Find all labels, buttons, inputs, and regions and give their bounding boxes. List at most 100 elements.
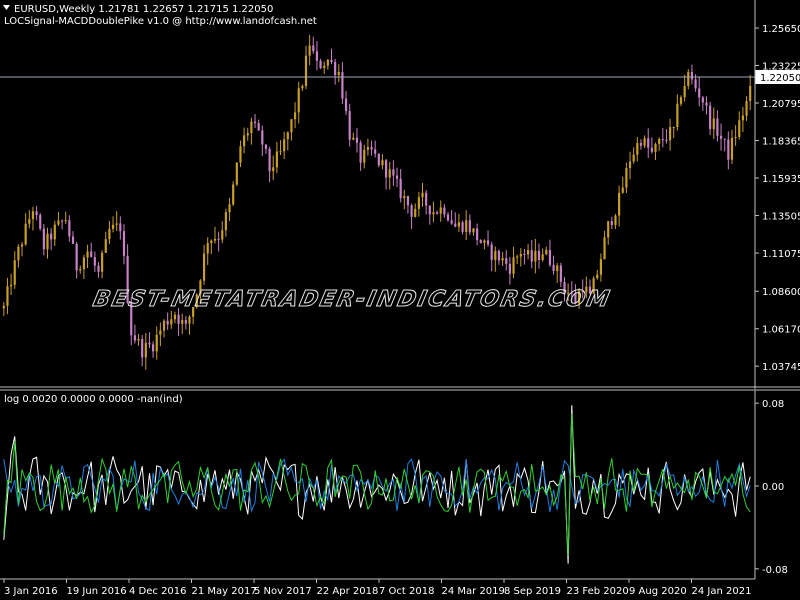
price-tick-label: 1.06170	[762, 325, 800, 336]
candle-body	[661, 139, 664, 141]
candle-body	[166, 320, 169, 325]
price-tick-label: 1.23225	[762, 61, 800, 72]
candle-body	[432, 212, 435, 215]
candle-body	[148, 342, 151, 345]
candle-body	[355, 137, 359, 143]
candle-body	[301, 85, 304, 89]
candle-body	[537, 250, 541, 260]
candle-body	[13, 260, 16, 285]
candle-body	[745, 100, 748, 116]
candle-body	[443, 207, 446, 215]
candle-body	[286, 132, 289, 140]
candle-body	[173, 314, 177, 320]
candle-body	[665, 139, 668, 141]
candle-body	[64, 220, 67, 222]
candle-body	[497, 250, 501, 261]
candle-body	[410, 205, 413, 217]
candle-body	[439, 207, 442, 214]
candle-body	[668, 127, 672, 141]
candle-body	[501, 258, 504, 261]
time-tick-label: 22 Apr 2018	[317, 586, 379, 597]
candle-body	[334, 61, 337, 76]
time-tick-label: 21 May 2017	[192, 586, 257, 597]
candle-body	[323, 65, 326, 69]
candle-body	[548, 249, 552, 265]
candle-body	[625, 168, 628, 188]
candle-body	[17, 246, 20, 261]
candle-body	[712, 118, 715, 130]
candle-body	[596, 274, 599, 279]
candle-body	[348, 111, 351, 140]
candle-body	[676, 103, 679, 127]
candle-body	[545, 249, 548, 255]
candle-body	[213, 238, 217, 241]
candle-body	[39, 215, 42, 229]
candle-body	[465, 220, 468, 232]
candle-body	[28, 219, 31, 224]
time-tick-label: 9 Aug 2020	[629, 586, 687, 597]
candle-body	[377, 153, 380, 166]
candle-body	[50, 233, 53, 240]
price-tick-label: 1.18365	[762, 137, 800, 148]
candle-body	[359, 142, 362, 163]
candle-body	[155, 334, 158, 352]
candle-body	[730, 137, 734, 160]
candle-body	[60, 220, 64, 222]
price-tick-label: 1.13505	[762, 212, 800, 223]
candle-body	[472, 228, 475, 233]
candle-body	[603, 237, 606, 260]
time-tick-label: 4 Dec 2016	[129, 586, 187, 597]
candle-body	[257, 123, 260, 131]
time-tick-label: 19 Jun 2016	[67, 586, 127, 597]
candle-body	[395, 175, 399, 179]
candle-body	[272, 167, 275, 172]
watermark: BEST-METATRADER-INDICATORS.COM	[91, 286, 614, 312]
price-tick-label: 1.03745	[762, 362, 800, 373]
candle-body	[228, 204, 231, 213]
osc-tick-label: 0.00	[762, 482, 784, 493]
candle-body	[97, 265, 100, 272]
current-price-label: 1.22050	[760, 73, 800, 84]
candle-body	[599, 259, 602, 275]
candle-body	[330, 59, 333, 62]
candle-body	[421, 192, 424, 198]
candle-body	[232, 184, 235, 205]
candle-body	[719, 135, 723, 139]
candle-body	[701, 97, 704, 103]
candle-body	[341, 72, 344, 99]
candle-body	[370, 147, 373, 150]
candle-body	[705, 102, 708, 106]
candle-body	[308, 45, 311, 56]
candle-body	[312, 45, 315, 52]
candle-body	[261, 130, 264, 145]
candle-body	[716, 118, 719, 136]
candle-body	[523, 253, 526, 255]
candle-body	[417, 197, 420, 209]
candle-body	[181, 320, 184, 324]
candle-body	[10, 284, 13, 287]
candle-body	[6, 286, 9, 306]
candle-body	[137, 339, 140, 341]
candle-body	[446, 214, 450, 221]
candle-body	[690, 71, 694, 80]
candle-body	[476, 228, 479, 241]
candle-body	[315, 51, 319, 61]
candle-body	[253, 121, 257, 124]
candle-body	[468, 220, 471, 233]
candle-body	[385, 160, 388, 178]
candle-body	[519, 253, 522, 257]
symbol-header: EURUSD,Weekly 1.21781 1.22657 1.21715 1.…	[14, 4, 273, 15]
candle-body	[20, 244, 24, 247]
time-tick-label: 7 Oct 2018	[379, 586, 434, 597]
candle-body	[290, 119, 293, 133]
candle-body	[170, 319, 173, 325]
candle-body	[534, 250, 537, 262]
candle-body	[614, 215, 617, 225]
candle-body	[264, 144, 268, 149]
candle-body	[450, 220, 453, 224]
candle-body	[461, 222, 464, 232]
price-tick-label: 1.08600	[762, 287, 800, 298]
candle-body	[639, 143, 643, 146]
candle-body	[672, 126, 675, 128]
candle-body	[403, 196, 406, 199]
